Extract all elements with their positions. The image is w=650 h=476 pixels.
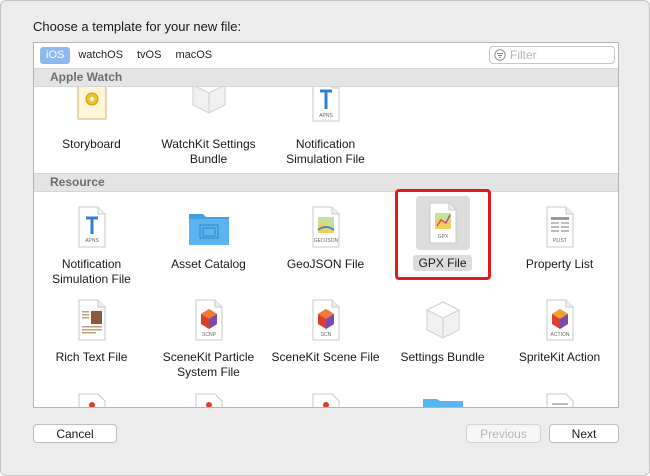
icon-caption: SCN [320, 332, 331, 338]
template-property-list[interactable]: PLIST Property List [502, 203, 617, 272]
next-button[interactable]: Next [549, 424, 619, 443]
storyboard-icon [77, 87, 106, 120]
tab-macos[interactable]: macOS [169, 47, 218, 64]
apns-file-icon: APNS [312, 87, 339, 122]
new-file-dialog: Choose a template for your new file: iOS… [0, 0, 650, 476]
template-watchkit-settings-bundle[interactable]: WatchKit Settings Bundle [151, 87, 266, 167]
template-label: WatchKit Settings Bundle [161, 137, 256, 166]
icon-caption: GEOJSON [313, 238, 338, 244]
icon-caption: PLIST [553, 238, 567, 244]
partial-file-icon [195, 393, 223, 407]
partial-file-icon [78, 393, 106, 407]
scn-file-icon: SCN [312, 299, 339, 341]
folder-icon [188, 214, 229, 245]
plist-file-icon: PLIST [546, 206, 573, 248]
rich-text-file-icon [78, 299, 105, 341]
template-label: Notification Simulation File [286, 137, 365, 166]
partial-file-icon [546, 393, 574, 407]
platform-bar: iOS watchOS tvOS macOS [34, 43, 618, 67]
template-storyboard[interactable]: Storyboard [34, 87, 149, 152]
action-file-icon: ACTION [546, 299, 573, 341]
template-asset-catalog[interactable]: Asset Catalog [151, 203, 266, 272]
cancel-button[interactable]: Cancel [33, 424, 117, 443]
icon-caption: SCNP [202, 332, 217, 338]
partial-folder-icon [423, 399, 463, 407]
template-label: Notification Simulation File [52, 257, 131, 286]
template-scenekit-scene-file[interactable]: SCN SceneKit Scene File [268, 296, 383, 365]
previous-button[interactable]: Previous [466, 424, 541, 443]
template-rich-text-file[interactable]: Rich Text File [34, 296, 149, 365]
icon-caption: ACTION [550, 332, 569, 338]
settings-bundle-icon [192, 87, 225, 114]
template-settings-bundle[interactable]: Settings Bundle [385, 296, 500, 365]
template-chooser: iOS watchOS tvOS macOS Apple Watch [33, 42, 619, 408]
template-label: Property List [525, 257, 594, 271]
tab-ios[interactable]: iOS [40, 47, 71, 64]
tab-tvos[interactable]: tvOS [131, 47, 167, 64]
scnp-file-icon: SCNP [195, 299, 222, 341]
section-header-apple-watch: Apple Watch [34, 68, 618, 87]
tab-watchos[interactable]: watchOS [72, 47, 129, 64]
section-header-resource: Resource [34, 173, 618, 192]
template-notification-simulation-watch[interactable]: APNS Notification Simulation File [268, 87, 383, 167]
filter-input[interactable] [506, 48, 610, 62]
icon-caption: APNS [319, 113, 333, 119]
template-label: GeoJSON File [286, 257, 365, 271]
platform-tabs: iOS watchOS tvOS macOS [40, 47, 218, 64]
template-label: SceneKit Scene File [271, 350, 380, 364]
partial-file-icon [312, 393, 340, 407]
settings-bundle-icon [425, 301, 460, 339]
template-label: Rich Text File [55, 350, 128, 364]
template-scenekit-particle-system[interactable]: SCNP SceneKit Particle System File [151, 296, 266, 380]
template-geojson-file[interactable]: GEOJSON GeoJSON File [268, 203, 383, 272]
template-label: Storyboard [62, 137, 121, 151]
template-label: SceneKit Particle System File [162, 350, 255, 379]
template-notification-simulation-file[interactable]: APNS Notification Simulation File [34, 203, 149, 287]
filter-icon [494, 49, 506, 61]
template-label: Asset Catalog [171, 257, 246, 271]
apns-file-icon: APNS [78, 206, 105, 248]
geojson-file-icon: GEOJSON [312, 206, 339, 248]
selection-highlight [395, 189, 491, 280]
template-label: Settings Bundle [400, 350, 485, 364]
template-label: SpriteKit Action [518, 350, 601, 364]
filter-field[interactable] [489, 46, 615, 64]
dialog-title: Choose a template for your new file: [33, 19, 242, 34]
template-spritekit-action[interactable]: ACTION SpriteKit Action [502, 296, 617, 365]
icon-caption: APNS [85, 238, 99, 244]
